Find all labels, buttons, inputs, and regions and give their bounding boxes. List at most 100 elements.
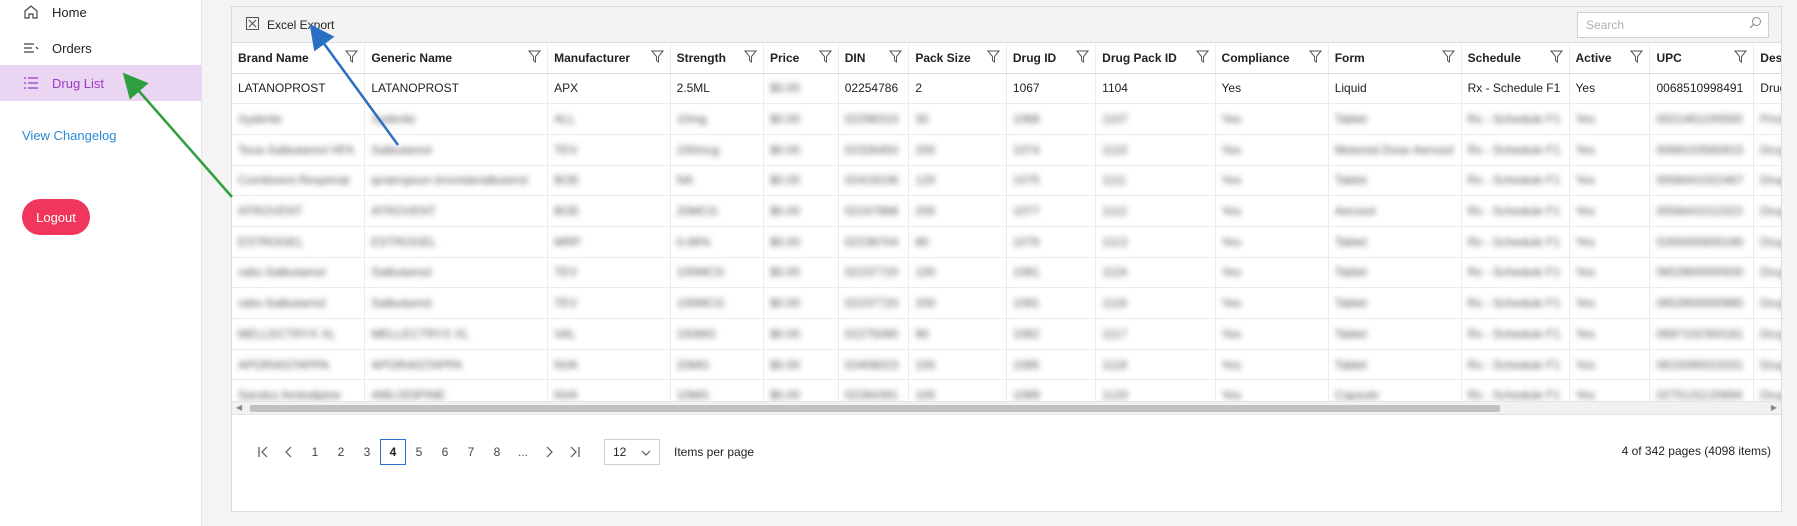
scroll-right-icon[interactable]: ▶ bbox=[1771, 403, 1777, 412]
filter-icon[interactable] bbox=[1076, 50, 1090, 66]
table-cell: MELLECTRYX XL bbox=[364, 318, 549, 350]
table-cell: Yes bbox=[1569, 349, 1651, 381]
table-cell: Xyderite bbox=[364, 103, 549, 135]
table-cell: Rx - Schedule F1 bbox=[1461, 379, 1570, 401]
page-number[interactable]: 2 bbox=[328, 439, 354, 465]
table-cell: Teva-Salbutamol HFA bbox=[232, 134, 366, 166]
scroll-left-icon[interactable]: ◀ bbox=[236, 403, 242, 412]
column-header[interactable]: Manufacturer bbox=[547, 43, 671, 74]
table-row[interactable]: ATROVENT ATROVENT BOE 20MCG $0.00 02247888 200… bbox=[232, 195, 1781, 227]
horizontal-scrollbar[interactable]: ◀ ▶ bbox=[232, 401, 1781, 415]
filter-icon[interactable] bbox=[650, 50, 664, 66]
sidebar-item-orders[interactable]: Orders bbox=[0, 30, 202, 66]
table-cell: Rx - Schedule F1 bbox=[1461, 287, 1570, 319]
page-number[interactable]: 7 bbox=[458, 439, 484, 465]
column-header[interactable]: UPC bbox=[1649, 43, 1755, 74]
table-cell: 02238704 bbox=[838, 226, 910, 258]
column-header[interactable]: Generic Name bbox=[364, 43, 549, 74]
last-page-icon[interactable] bbox=[562, 439, 588, 465]
table-cell: 100 bbox=[908, 257, 1007, 289]
column-header[interactable]: Price bbox=[763, 43, 839, 74]
page-number[interactable]: 5 bbox=[406, 439, 432, 465]
next-page-icon[interactable] bbox=[536, 439, 562, 465]
table-cell: TEV bbox=[547, 134, 671, 166]
page-number[interactable]: 1 bbox=[302, 439, 328, 465]
logout-button[interactable]: Logout bbox=[22, 199, 90, 235]
filter-icon[interactable] bbox=[818, 50, 832, 66]
filter-icon[interactable] bbox=[1549, 50, 1563, 66]
filter-icon[interactable] bbox=[743, 50, 758, 66]
table-cell: $0.00 bbox=[763, 226, 839, 258]
column-header[interactable]: Compliance bbox=[1215, 43, 1329, 74]
column-header[interactable]: Brand Name bbox=[232, 43, 366, 74]
table-cell: Yes bbox=[1569, 103, 1651, 135]
table-row[interactable]: APORIASTAPPA APORIASTAPPA NVA 20MG $0.00 0240… bbox=[232, 349, 1781, 381]
column-header[interactable]: Drug Pack ID bbox=[1095, 43, 1216, 74]
filter-icon[interactable] bbox=[986, 50, 1000, 66]
table-cell: 0.06% bbox=[670, 226, 765, 258]
filter-icon[interactable] bbox=[889, 50, 903, 66]
page-number[interactable]: 8 bbox=[484, 439, 510, 465]
table-row[interactable]: ratio-Salbutamol Salbutamol TEV 100MCG $0.00… bbox=[232, 287, 1781, 319]
table-cell: Drug added via bbox=[1753, 349, 1781, 381]
table-cell: Tablet bbox=[1328, 165, 1462, 197]
page-ellipsis[interactable]: ... bbox=[510, 439, 536, 465]
table-cell: Tablet bbox=[1328, 318, 1462, 350]
column-header[interactable]: Strength bbox=[670, 43, 765, 74]
sidebar-item-home[interactable]: Home bbox=[0, 0, 202, 30]
table-cell: Yes bbox=[1569, 318, 1651, 350]
table-cell: Product Supplied bbox=[1753, 103, 1781, 135]
table-cell: 1116 bbox=[1095, 287, 1216, 319]
table-row[interactable]: Xyderite Xyderite ALL 10mg $0.00 02298310 30 10… bbox=[232, 103, 1781, 135]
table-row[interactable]: MELLECTRYX XL MELLECTRYX XL VAL 150MG $0.00 0… bbox=[232, 318, 1781, 350]
table-cell: 0697102300181 bbox=[1649, 318, 1755, 350]
excel-export-button[interactable]: Excel Export bbox=[246, 17, 334, 33]
table-row[interactable]: Teva-Salbutamol HFA Salbutamol TEV 100mcg $0… bbox=[232, 134, 1781, 166]
scroll-thumb[interactable] bbox=[250, 405, 1500, 412]
chevron-down-icon bbox=[641, 445, 651, 459]
column-header-label: Manufacturer bbox=[554, 50, 631, 65]
column-header-label: Drug Pack ID bbox=[1102, 50, 1177, 65]
table-cell: 0653900000985 bbox=[1649, 287, 1755, 319]
table-row[interactable]: LATANOPROST LATANOPROST APX 2.5ML $0.00 02254… bbox=[232, 73, 1781, 105]
column-header[interactable]: Schedule bbox=[1461, 43, 1570, 74]
column-header[interactable]: Pack Size bbox=[908, 43, 1007, 74]
column-header[interactable]: DIN bbox=[838, 43, 910, 74]
table-row[interactable]: ESTROGEL ESTROGEL MRP 0.06% $0.00 02238704 80 1… bbox=[232, 226, 1781, 258]
table-row[interactable]: ratio-Salbutamol Salbutamol TEV 100MCG $0.00… bbox=[232, 257, 1781, 289]
table-cell: 30 bbox=[908, 103, 1007, 135]
sidebar-item-drug-list[interactable]: Drug List bbox=[0, 65, 202, 101]
filter-icon[interactable] bbox=[1734, 50, 1748, 66]
filter-icon[interactable] bbox=[1441, 50, 1455, 66]
grid-search[interactable] bbox=[1577, 12, 1769, 38]
prev-page-icon[interactable] bbox=[276, 439, 302, 465]
filter-icon[interactable] bbox=[1195, 50, 1209, 66]
excel-export-label: Excel Export bbox=[267, 18, 335, 32]
column-header[interactable]: Drug ID bbox=[1006, 43, 1097, 74]
page-number[interactable]: 4 bbox=[380, 439, 406, 465]
column-header[interactable]: Active bbox=[1569, 43, 1651, 74]
filter-icon[interactable] bbox=[1630, 50, 1644, 66]
table-cell: Drug added via bbox=[1753, 195, 1781, 227]
sidebar-item-label: Drug List bbox=[52, 75, 105, 91]
column-header[interactable]: Description bbox=[1753, 43, 1781, 74]
filter-icon[interactable] bbox=[1308, 50, 1322, 66]
page-number[interactable]: 3 bbox=[354, 439, 380, 465]
filter-icon[interactable] bbox=[345, 50, 359, 66]
per-page-value: 12 bbox=[613, 445, 627, 459]
column-header[interactable]: Form bbox=[1328, 43, 1462, 74]
page-number[interactable]: 6 bbox=[432, 439, 458, 465]
table-cell: TEV bbox=[547, 287, 671, 319]
table-cell: Rx - Schedule F1 bbox=[1461, 318, 1570, 350]
table-row[interactable]: Combivent Respimat ipratropium bromide/al… bbox=[232, 165, 1781, 197]
table-cell: 0058441011523 bbox=[1649, 195, 1755, 227]
view-changelog-link[interactable]: View Changelog bbox=[22, 128, 116, 143]
filter-icon[interactable] bbox=[528, 50, 542, 66]
table-row[interactable]: Sandoz Amlodipine AMLODIPINE NVA 10MG $0.00 0… bbox=[232, 379, 1781, 401]
table-cell: Metered Dose Aerosol bbox=[1328, 134, 1462, 166]
search-input[interactable] bbox=[1584, 17, 1749, 33]
first-page-icon[interactable] bbox=[250, 439, 276, 465]
column-header-label: Brand Name bbox=[238, 50, 309, 65]
table-cell: TEV bbox=[547, 257, 671, 289]
items-per-page-select[interactable]: 12 bbox=[604, 439, 660, 465]
